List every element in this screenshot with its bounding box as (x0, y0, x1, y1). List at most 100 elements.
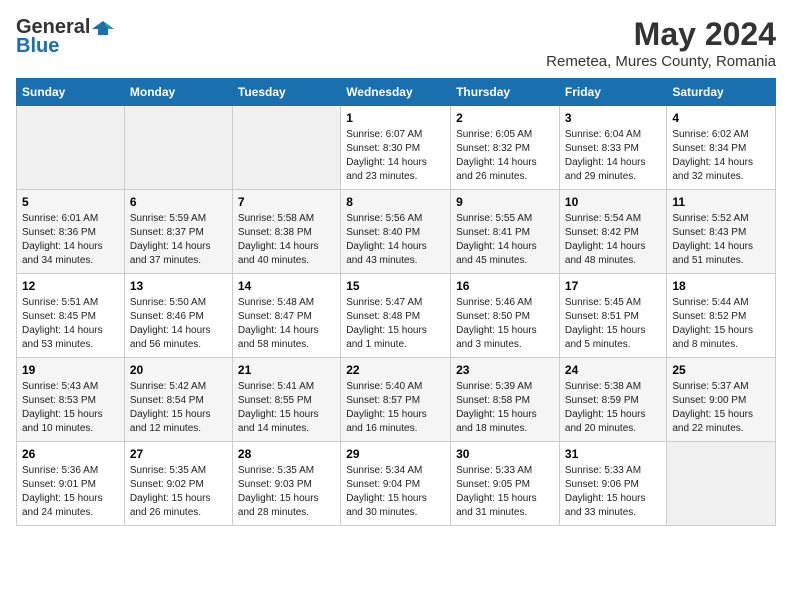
day-info: Sunrise: 5:41 AM Sunset: 8:55 PM Dayligh… (238, 380, 335, 436)
day-number: 31 (565, 447, 661, 461)
title-area: May 2024 Remetea, Mures County, Romania (546, 16, 776, 70)
day-number: 10 (565, 195, 661, 209)
day-info: Sunrise: 6:01 AM Sunset: 8:36 PM Dayligh… (22, 212, 119, 268)
day-number: 24 (565, 363, 661, 377)
calendar-cell: 21 Sunrise: 5:41 AM Sunset: 8:55 PM Dayli… (232, 358, 340, 442)
calendar-cell: 10Sunrise: 5:54 AM Sunset: 8:42 PM Dayli… (559, 190, 666, 274)
day-info: Sunrise: 5:44 AM Sunset: 8:52 PM Dayligh… (672, 296, 770, 352)
calendar-cell: 26Sunrise: 5:36 AM Sunset: 9:01 PM Dayli… (17, 442, 125, 526)
calendar-week-row: 5 Sunrise: 6:01 AM Sunset: 8:36 PM Daylig… (17, 190, 776, 274)
day-number: 17 (565, 279, 661, 293)
day-number: 19 (22, 363, 119, 377)
day-info: Sunrise: 5:36 AM Sunset: 9:01 PM Dayligh… (22, 464, 119, 520)
day-info: Sunrise: 5:35 AM Sunset: 9:03 PM Dayligh… (238, 464, 335, 520)
column-header-monday: Monday (124, 79, 232, 106)
calendar-cell: 31 Sunrise: 5:33 AM Sunset: 9:06 PM Dayli… (559, 442, 666, 526)
calendar-cell: 3 Sunrise: 6:04 AM Sunset: 8:33 PM Daylig… (559, 106, 666, 190)
calendar-cell: 28 Sunrise: 5:35 AM Sunset: 9:03 PM Dayli… (232, 442, 340, 526)
calendar-cell: 4 Sunrise: 6:02 AM Sunset: 8:34 PM Daylig… (667, 106, 776, 190)
day-number: 30 (456, 447, 554, 461)
day-info: Sunrise: 5:42 AM Sunset: 8:54 PM Dayligh… (130, 380, 227, 436)
day-info: Sunrise: 5:34 AM Sunset: 9:04 PM Dayligh… (346, 464, 445, 520)
calendar-week-row: 12Sunrise: 5:51 AM Sunset: 8:45 PM Dayli… (17, 274, 776, 358)
day-info: Sunrise: 5:33 AM Sunset: 9:06 PM Dayligh… (565, 464, 661, 520)
day-info: Sunrise: 5:50 AM Sunset: 8:46 PM Dayligh… (130, 296, 227, 352)
day-info: Sunrise: 5:51 AM Sunset: 8:45 PM Dayligh… (22, 296, 119, 352)
calendar-cell: 15Sunrise: 5:47 AM Sunset: 8:48 PM Dayli… (341, 274, 451, 358)
logo-bird-icon (92, 19, 114, 37)
column-header-sunday: Sunday (17, 79, 125, 106)
calendar-cell: 9Sunrise: 5:55 AM Sunset: 8:41 PM Daylig… (451, 190, 560, 274)
calendar-cell: 19 Sunrise: 5:43 AM Sunset: 8:53 PM Dayli… (17, 358, 125, 442)
calendar-cell: 22Sunrise: 5:40 AM Sunset: 8:57 PM Dayli… (341, 358, 451, 442)
column-header-wednesday: Wednesday (341, 79, 451, 106)
day-info: Sunrise: 5:39 AM Sunset: 8:58 PM Dayligh… (456, 380, 554, 436)
day-info: Sunrise: 5:33 AM Sunset: 9:05 PM Dayligh… (456, 464, 554, 520)
day-number: 11 (672, 195, 770, 209)
logo-blue: Blue (16, 35, 59, 58)
day-number: 28 (238, 447, 335, 461)
calendar-header-row: SundayMondayTuesdayWednesdayThursdayFrid… (17, 79, 776, 106)
day-info: Sunrise: 5:52 AM Sunset: 8:43 PM Dayligh… (672, 212, 770, 268)
day-info: Sunrise: 5:37 AM Sunset: 9:00 PM Dayligh… (672, 380, 770, 436)
day-info: Sunrise: 6:02 AM Sunset: 8:34 PM Dayligh… (672, 128, 770, 184)
calendar-cell: 8 Sunrise: 5:56 AM Sunset: 8:40 PM Daylig… (341, 190, 451, 274)
calendar-cell: 25Sunrise: 5:37 AM Sunset: 9:00 PM Dayli… (667, 358, 776, 442)
day-info: Sunrise: 5:47 AM Sunset: 8:48 PM Dayligh… (346, 296, 445, 352)
calendar-cell: 29 Sunrise: 5:34 AM Sunset: 9:04 PM Dayli… (341, 442, 451, 526)
day-number: 23 (456, 363, 554, 377)
calendar-body: 1Sunrise: 6:07 AM Sunset: 8:30 PM Daylig… (17, 106, 776, 526)
day-info: Sunrise: 6:04 AM Sunset: 8:33 PM Dayligh… (565, 128, 661, 184)
calendar-cell: 12Sunrise: 5:51 AM Sunset: 8:45 PM Dayli… (17, 274, 125, 358)
calendar-cell (667, 442, 776, 526)
day-number: 3 (565, 111, 661, 125)
day-number: 22 (346, 363, 445, 377)
day-number: 21 (238, 363, 335, 377)
calendar-cell: 11 Sunrise: 5:52 AM Sunset: 8:43 PM Dayli… (667, 190, 776, 274)
column-header-tuesday: Tuesday (232, 79, 340, 106)
calendar-cell: 20 Sunrise: 5:42 AM Sunset: 8:54 PM Dayli… (124, 358, 232, 442)
day-number: 6 (130, 195, 227, 209)
day-info: Sunrise: 5:45 AM Sunset: 8:51 PM Dayligh… (565, 296, 661, 352)
calendar-cell: 18 Sunrise: 5:44 AM Sunset: 8:52 PM Dayli… (667, 274, 776, 358)
column-header-saturday: Saturday (667, 79, 776, 106)
logo: General Blue (16, 16, 114, 58)
day-number: 27 (130, 447, 227, 461)
day-number: 8 (346, 195, 445, 209)
day-number: 14 (238, 279, 335, 293)
day-number: 29 (346, 447, 445, 461)
day-number: 4 (672, 111, 770, 125)
day-info: Sunrise: 5:58 AM Sunset: 8:38 PM Dayligh… (238, 212, 335, 268)
day-number: 5 (22, 195, 119, 209)
calendar-cell: 14 Sunrise: 5:48 AM Sunset: 8:47 PM Dayli… (232, 274, 340, 358)
calendar-cell: 27Sunrise: 5:35 AM Sunset: 9:02 PM Dayli… (124, 442, 232, 526)
day-number: 7 (238, 195, 335, 209)
calendar-week-row: 19 Sunrise: 5:43 AM Sunset: 8:53 PM Dayli… (17, 358, 776, 442)
calendar-cell: 1Sunrise: 6:07 AM Sunset: 8:30 PM Daylig… (341, 106, 451, 190)
calendar-cell: 23 Sunrise: 5:39 AM Sunset: 8:58 PM Dayli… (451, 358, 560, 442)
day-number: 13 (130, 279, 227, 293)
calendar-cell: 2 Sunrise: 6:05 AM Sunset: 8:32 PM Daylig… (451, 106, 560, 190)
day-info: Sunrise: 5:48 AM Sunset: 8:47 PM Dayligh… (238, 296, 335, 352)
day-info: Sunrise: 6:05 AM Sunset: 8:32 PM Dayligh… (456, 128, 554, 184)
calendar-week-row: 26Sunrise: 5:36 AM Sunset: 9:01 PM Dayli… (17, 442, 776, 526)
calendar-cell (232, 106, 340, 190)
calendar-cell: 6 Sunrise: 5:59 AM Sunset: 8:37 PM Daylig… (124, 190, 232, 274)
month-title: May 2024 (546, 16, 776, 53)
calendar-table: SundayMondayTuesdayWednesdayThursdayFrid… (16, 78, 776, 526)
day-info: Sunrise: 5:43 AM Sunset: 8:53 PM Dayligh… (22, 380, 119, 436)
calendar-cell: 16Sunrise: 5:46 AM Sunset: 8:50 PM Dayli… (451, 274, 560, 358)
day-number: 2 (456, 111, 554, 125)
calendar-week-row: 1Sunrise: 6:07 AM Sunset: 8:30 PM Daylig… (17, 106, 776, 190)
subtitle: Remetea, Mures County, Romania (546, 53, 776, 70)
calendar-cell: 13 Sunrise: 5:50 AM Sunset: 8:46 PM Dayli… (124, 274, 232, 358)
calendar-cell: 17 Sunrise: 5:45 AM Sunset: 8:51 PM Dayli… (559, 274, 666, 358)
day-info: Sunrise: 6:07 AM Sunset: 8:30 PM Dayligh… (346, 128, 445, 184)
day-number: 20 (130, 363, 227, 377)
day-info: Sunrise: 5:55 AM Sunset: 8:41 PM Dayligh… (456, 212, 554, 268)
calendar-cell (17, 106, 125, 190)
day-info: Sunrise: 5:59 AM Sunset: 8:37 PM Dayligh… (130, 212, 227, 268)
calendar-cell (124, 106, 232, 190)
day-info: Sunrise: 5:56 AM Sunset: 8:40 PM Dayligh… (346, 212, 445, 268)
day-number: 18 (672, 279, 770, 293)
